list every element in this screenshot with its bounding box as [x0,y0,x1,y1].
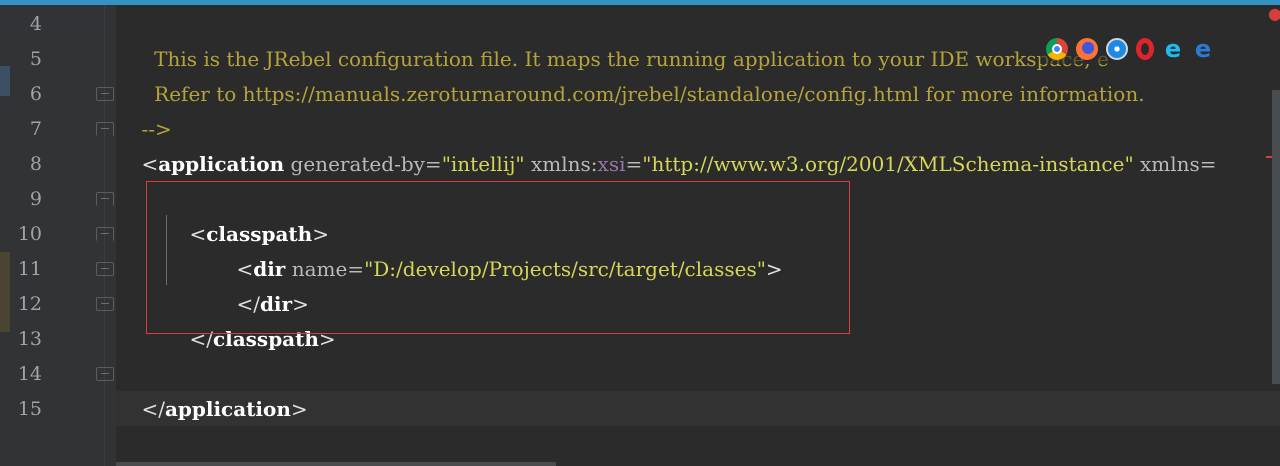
line-number: 6 [29,83,42,105]
tag-name: application [164,397,291,421]
attribute-colon: : [590,152,598,176]
browser-preview-bar: e e [1040,34,1242,64]
fold-start-icon[interactable] [96,192,114,206]
code-line-4[interactable]: This is the JRebel configuration file. I… [116,7,1109,71]
edge-icon[interactable]: e [1192,37,1214,61]
fold-start-icon[interactable] [96,227,114,241]
attribute-value: "intellij" [441,152,525,176]
line-number: 5 [29,48,42,70]
line-number: 11 [17,258,42,280]
highlight-annotation-box [146,181,850,334]
line-number: 14 [17,363,42,385]
attribute-equals: = [424,152,442,176]
tag-close-bracket: > [290,397,308,421]
opera-icon[interactable] [1136,38,1154,60]
fold-end-icon[interactable] [96,262,114,276]
tag-open-bracket: < [141,152,159,176]
code-editor[interactable]: 4 5 6 7 8 9 10 11 12 13 14 15 This is th… [0,0,1280,466]
line-number: 12 [17,293,42,315]
horizontal-scrollbar[interactable] [116,462,556,466]
line-number: 15 [17,398,42,420]
fold-end-icon[interactable] [96,297,114,311]
vertical-scrollbar[interactable] [1272,90,1280,384]
attribute-name: generated-by [290,152,425,176]
firefox-icon[interactable] [1076,38,1098,60]
attribute-value: "http://www.w3.org/2001/XMLSchema-instan… [642,152,1134,176]
attribute-equals: = [625,152,643,176]
safari-icon[interactable] [1106,38,1128,60]
line-number: 8 [29,153,42,175]
fold-end-icon[interactable] [96,367,114,381]
code-line-5[interactable]: Refer to https://manuals.zeroturnaround.… [116,42,1144,106]
line-number: 13 [17,328,42,350]
attribute-name: xmlns= [1140,152,1217,176]
line-number: 9 [29,188,42,210]
code-line-14[interactable]: </application> [116,357,307,421]
code-line-6[interactable]: --> [116,77,171,141]
code-line-7[interactable]: <application generated-by="intellij" xml… [116,112,1216,176]
line-number: 10 [17,223,42,245]
ie-icon[interactable]: e [1162,37,1184,61]
line-number: 4 [29,13,42,35]
fold-start-icon[interactable] [96,122,114,136]
editor-top-strip [0,0,1280,5]
tag-open-bracket: </ [141,397,165,421]
fold-end-icon[interactable] [96,87,114,101]
attribute-name: xmlns [531,152,591,176]
attribute-namespace: xsi [597,152,626,176]
line-number: 7 [29,118,42,140]
chrome-icon[interactable] [1046,38,1068,60]
comment-text: Refer to https://manuals.zeroturnaround.… [141,82,1145,106]
error-indicator-icon[interactable]: ● [1268,4,1280,23]
tag-name: application [158,152,285,176]
